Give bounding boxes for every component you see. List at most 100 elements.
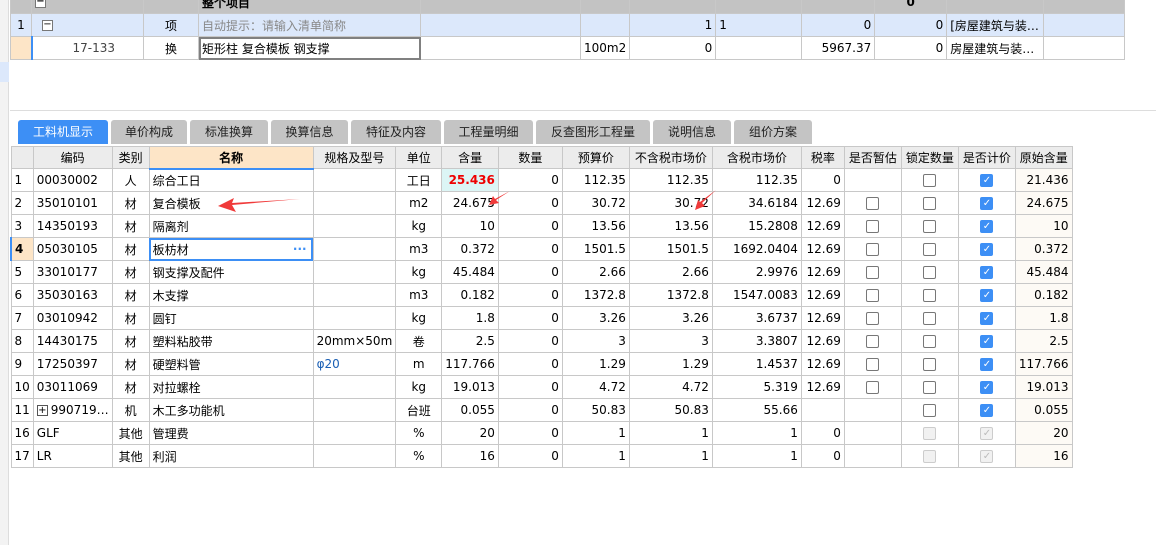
code-cell[interactable]: 17-133 bbox=[31, 36, 144, 60]
lock-quantity-checkbox[interactable] bbox=[900, 306, 959, 330]
priced-checkbox[interactable]: ✓ bbox=[957, 283, 1016, 307]
spec-cell[interactable] bbox=[312, 444, 397, 468]
tax-rate-cell[interactable]: 12.69 bbox=[800, 191, 845, 215]
tax-rate-cell[interactable]: 0 bbox=[800, 421, 845, 445]
code-cell[interactable]: 05030105 bbox=[32, 237, 113, 261]
content-cell[interactable]: 0.372 bbox=[441, 237, 499, 261]
code-cell[interactable]: 17250397 bbox=[32, 352, 113, 376]
checkbox-icon[interactable] bbox=[923, 174, 937, 187]
code-cell[interactable]: 35010101 bbox=[32, 191, 113, 215]
checked-checkbox-icon[interactable]: ✓ bbox=[980, 220, 994, 233]
checkbox-icon[interactable] bbox=[923, 289, 937, 302]
name-cell[interactable]: 塑料粘胶带 bbox=[148, 329, 314, 353]
code-cell[interactable]: 33010177 bbox=[32, 260, 113, 284]
spec-cell[interactable] bbox=[312, 260, 397, 284]
original-content-cell[interactable]: 10 bbox=[1014, 214, 1073, 238]
spec-cell[interactable] bbox=[312, 398, 397, 422]
market-price-incl-tax-cell[interactable]: 2.9976 bbox=[711, 260, 802, 284]
checkbox-icon[interactable] bbox=[923, 381, 937, 394]
provisional-checkbox[interactable] bbox=[843, 260, 902, 284]
unit-cell[interactable]: % bbox=[395, 444, 443, 468]
name-cell[interactable]: 板枋材 ··· bbox=[148, 237, 314, 261]
name-cell[interactable]: 自动提示：请输入清单简称 bbox=[198, 13, 421, 37]
budget-price-cell[interactable]: 2.66 bbox=[561, 260, 630, 284]
expand-icon[interactable]: + bbox=[36, 405, 48, 416]
budget-price-cell[interactable]: 112.35 bbox=[561, 168, 630, 192]
tax-rate-cell[interactable]: 12.69 bbox=[800, 237, 845, 261]
table-row[interactable]: 2 35010101 材复合模板 m2 24.675 0 30.72 30.72 34.6184… bbox=[10, 191, 1073, 215]
checkbox-icon[interactable] bbox=[866, 197, 880, 210]
content-cell[interactable]: 1.8 bbox=[441, 306, 499, 330]
table-row[interactable]: 6 35030163 材木支撑 m3 0.182 0 1372.8 1372.8 1547.00… bbox=[10, 283, 1073, 307]
quantity-cell[interactable]: 0 bbox=[497, 168, 563, 192]
table-row[interactable]: 9 17250397 材硬塑料管 φ20 m 117.766 0 1.29 1.29 1.4537… bbox=[10, 352, 1073, 376]
name-cell[interactable]: 木工多功能机 bbox=[148, 398, 314, 422]
budget-price-cell[interactable]: 13.56 bbox=[561, 214, 630, 238]
market-price-excl-tax-cell[interactable]: 30.72 bbox=[628, 191, 713, 215]
lock-quantity-checkbox[interactable] bbox=[900, 191, 959, 215]
quantity-expr-cell[interactable]: 1 bbox=[629, 13, 717, 37]
lock-quantity-checkbox[interactable] bbox=[900, 329, 959, 353]
original-content-cell[interactable]: 20 bbox=[1014, 421, 1073, 445]
provisional-checkbox[interactable] bbox=[843, 375, 902, 399]
column-header[interactable]: 是否计价 bbox=[957, 146, 1016, 169]
tab-1[interactable]: 单价构成 bbox=[111, 120, 187, 144]
market-price-excl-tax-cell[interactable]: 112.35 bbox=[628, 168, 713, 192]
checkbox-icon[interactable] bbox=[923, 358, 937, 371]
tab-5[interactable]: 工程量明细 bbox=[444, 120, 533, 144]
name-cell[interactable]: 综合工日 bbox=[148, 168, 314, 192]
table-row[interactable]: 17 LR 其他 利润% 16 0 1 1 1 0 ✓ 16 bbox=[10, 444, 1073, 468]
checked-checkbox-icon[interactable]: ✓ bbox=[980, 358, 994, 371]
code-cell[interactable]: 00030002 bbox=[32, 168, 113, 192]
budget-price-cell[interactable]: 4.72 bbox=[561, 375, 630, 399]
quantity-cell[interactable]: 0 bbox=[497, 306, 563, 330]
market-price-excl-tax-cell[interactable]: 1372.8 bbox=[628, 283, 713, 307]
budget-price-cell[interactable]: 3 bbox=[561, 329, 630, 353]
checkbox-icon[interactable] bbox=[923, 335, 937, 348]
priced-checkbox[interactable]: ✓ bbox=[957, 214, 1016, 238]
table-row[interactable]: 17-133 换 矩形柱 复合模板 钢支撑 100m2 0 5967.37 0 … bbox=[10, 36, 1126, 60]
quantity-cell[interactable] bbox=[715, 36, 803, 60]
content-cell[interactable]: 10 bbox=[441, 214, 499, 238]
content-cell[interactable]: 16 bbox=[441, 444, 499, 468]
market-price-excl-tax-cell[interactable]: 1 bbox=[628, 444, 713, 468]
priced-checkbox[interactable]: ✓ bbox=[957, 191, 1016, 215]
content-cell[interactable]: 25.436 bbox=[441, 168, 499, 192]
checkbox-icon[interactable] bbox=[923, 243, 937, 256]
tab-2[interactable]: 标准换算 bbox=[190, 120, 268, 144]
table-row[interactable]: 16 GLF 其他 管理费% 20 0 1 1 1 0 ✓ 20 bbox=[10, 421, 1073, 445]
checkbox-icon[interactable] bbox=[866, 358, 880, 371]
lock-quantity-checkbox[interactable] bbox=[900, 352, 959, 376]
provisional-checkbox[interactable] bbox=[843, 214, 902, 238]
market-price-excl-tax-cell[interactable]: 1 bbox=[628, 421, 713, 445]
budget-price-cell[interactable]: 3.26 bbox=[561, 306, 630, 330]
code-cell[interactable]: LR bbox=[32, 444, 113, 468]
quantity-cell[interactable]: 0 bbox=[497, 444, 563, 468]
checkbox-icon[interactable] bbox=[866, 243, 880, 256]
checkbox-icon[interactable] bbox=[866, 335, 880, 348]
market-price-excl-tax-cell[interactable]: 13.56 bbox=[628, 214, 713, 238]
code-cell[interactable]: 14430175 bbox=[32, 329, 113, 353]
provisional-checkbox[interactable] bbox=[843, 329, 902, 353]
original-content-cell[interactable]: 16 bbox=[1014, 444, 1073, 468]
table-row[interactable]: 11 +990719… 机木工多功能机 台班 0.055 0 50.83 50.83 55.66… bbox=[10, 398, 1073, 422]
collapse-icon[interactable]: − bbox=[42, 20, 53, 31]
checked-checkbox-icon[interactable]: ✓ bbox=[980, 312, 994, 325]
quantity-cell[interactable]: 0 bbox=[497, 283, 563, 307]
checked-checkbox-icon[interactable]: ✓ bbox=[980, 404, 994, 417]
spec-cell[interactable] bbox=[312, 237, 397, 261]
table-row[interactable]: 4 05030105 材板枋材 ··· m3 0.372 0 1501.5 1501.5 1692… bbox=[9, 237, 1073, 261]
column-header[interactable]: 类别 bbox=[111, 146, 150, 169]
code-cell[interactable]: 35030163 bbox=[32, 283, 113, 307]
code-cell[interactable]: +990719… bbox=[32, 398, 113, 422]
column-header[interactable]: 规格及型号 bbox=[312, 146, 397, 169]
market-price-incl-tax-cell[interactable]: 34.6184 bbox=[711, 191, 802, 215]
table-row[interactable]: 7 03010942 材圆钉 kg 1.8 0 3.26 3.26 3.6737 12.69 ✓ 1.… bbox=[10, 306, 1073, 330]
quantity-cell[interactable]: 0 bbox=[497, 237, 563, 261]
checkbox-icon[interactable] bbox=[923, 404, 937, 417]
lock-quantity-checkbox[interactable] bbox=[900, 260, 959, 284]
priced-checkbox[interactable]: ✓ bbox=[957, 168, 1016, 192]
original-content-cell[interactable]: 0.182 bbox=[1014, 283, 1073, 307]
content-cell[interactable]: 19.013 bbox=[441, 375, 499, 399]
unit-cell[interactable]: 100m2 bbox=[579, 36, 631, 60]
